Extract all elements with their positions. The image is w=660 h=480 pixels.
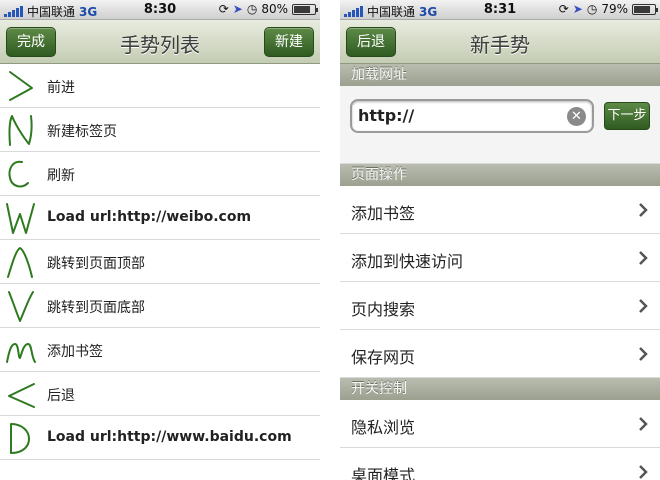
location-icon: ➤ xyxy=(232,2,243,16)
gesture-label: 新建标签页 xyxy=(47,124,117,140)
gesture-v-icon xyxy=(8,291,34,322)
gesture-n-icon xyxy=(8,115,33,146)
status-bar: 中国联通 3G 8:30 ⟳ ➤ ◷ 80% xyxy=(0,0,320,20)
list-item[interactable]: 前进 xyxy=(0,64,320,108)
url-input[interactable]: http:// ✕ xyxy=(350,99,594,133)
menu-item-add-bookmark[interactable]: 添加书签 xyxy=(340,186,660,234)
navigation-bar: 完成 手势列表 新建 xyxy=(0,20,320,64)
section-header-load-url: 加载网址 xyxy=(340,64,660,86)
chevron-right-icon xyxy=(639,251,648,265)
menu-item-label: 隐私浏览 xyxy=(351,418,416,437)
new-gesture-button[interactable]: 新建 xyxy=(264,27,314,57)
battery-percent: 80% xyxy=(261,2,288,16)
gesture-label: 前进 xyxy=(47,80,75,96)
rotation-lock-icon: ⟳ xyxy=(558,2,569,16)
section-header-switches: 开关控制 xyxy=(340,378,660,400)
clear-icon[interactable]: ✕ xyxy=(567,107,586,126)
location-icon: ➤ xyxy=(572,2,583,16)
menu-item-private-browsing[interactable]: 隐私浏览 xyxy=(340,400,660,448)
list-item[interactable]: 添加书签 xyxy=(0,328,320,372)
url-input-value: http:// xyxy=(358,106,415,125)
rotation-lock-icon: ⟳ xyxy=(218,2,229,16)
gesture-lt-icon xyxy=(8,383,35,408)
battery-icon xyxy=(632,3,658,15)
gesture-label: 跳转到页面顶部 xyxy=(47,256,145,272)
list-item[interactable]: 新建标签页 xyxy=(0,108,320,152)
battery-icon xyxy=(292,3,318,15)
gesture-label: 跳转到页面底部 xyxy=(47,300,145,316)
gesture-gt-icon xyxy=(9,71,33,101)
menu-item-find-in-page[interactable]: 页内搜索 xyxy=(340,282,660,330)
menu-item-label: 添加书签 xyxy=(351,204,416,223)
gesture-caret-up-icon xyxy=(7,247,33,278)
list-item[interactable]: 后退 xyxy=(0,372,320,416)
gesture-list: 前进 新建标签页 刷新 Load url:http://weibo.com 跳转… xyxy=(0,64,320,460)
list-item[interactable]: Load url:http://www.baidu.com xyxy=(0,416,320,460)
section-header-page-ops: 页面操作 xyxy=(340,164,660,186)
status-bar: 中国联通 3G 8:31 ⟳ ➤ ◷ 79% xyxy=(340,0,660,20)
gesture-label: Load url:http://weibo.com xyxy=(47,209,252,225)
menu-item-desktop-mode[interactable]: 桌面模式 xyxy=(340,448,660,480)
menu-item-label: 保存网页 xyxy=(351,348,416,367)
page-title: 新手势 xyxy=(470,33,530,57)
new-gesture-screen: 中国联通 3G 8:31 ⟳ ➤ ◷ 79% 后退 新手势 加载网址 http:… xyxy=(340,0,660,480)
chevron-right-icon xyxy=(639,203,648,217)
chevron-right-icon xyxy=(639,465,648,479)
menu-item-add-quick-access[interactable]: 添加到快速访问 xyxy=(340,234,660,282)
gesture-d-icon xyxy=(10,423,30,454)
list-item[interactable]: 刷新 xyxy=(0,152,320,196)
gesture-circle-icon xyxy=(8,160,29,188)
gesture-w-icon xyxy=(6,203,35,234)
menu-item-save-page[interactable]: 保存网页 xyxy=(340,330,660,378)
list-item[interactable]: 跳转到页面顶部 xyxy=(0,240,320,284)
gesture-label: 添加书签 xyxy=(47,344,103,360)
chevron-right-icon xyxy=(639,299,648,313)
gesture-m-icon xyxy=(6,343,36,363)
next-step-button[interactable]: 下一步 xyxy=(604,102,650,130)
list-item[interactable]: Load url:http://weibo.com xyxy=(0,196,320,240)
gesture-label: 刷新 xyxy=(47,168,75,184)
chevron-right-icon xyxy=(639,417,648,431)
menu-item-label: 桌面模式 xyxy=(351,466,416,480)
menu-item-label: 添加到快速访问 xyxy=(351,252,464,271)
navigation-bar: 后退 新手势 xyxy=(340,20,660,64)
gesture-label: Load url:http://www.baidu.com xyxy=(47,429,292,445)
list-item[interactable]: 跳转到页面底部 xyxy=(0,284,320,328)
alarm-icon: ◷ xyxy=(246,2,258,16)
alarm-icon: ◷ xyxy=(586,2,598,16)
menu-item-label: 页内搜索 xyxy=(351,300,416,319)
url-entry-area: http:// ✕ 下一步 xyxy=(340,86,660,164)
gesture-list-screen: 中国联通 3G 8:30 ⟳ ➤ ◷ 80% 完成 手势列表 新建 前进 新建标… xyxy=(0,0,320,480)
chevron-right-icon xyxy=(639,347,648,361)
battery-percent: 79% xyxy=(601,2,628,16)
gesture-label: 后退 xyxy=(47,388,75,404)
